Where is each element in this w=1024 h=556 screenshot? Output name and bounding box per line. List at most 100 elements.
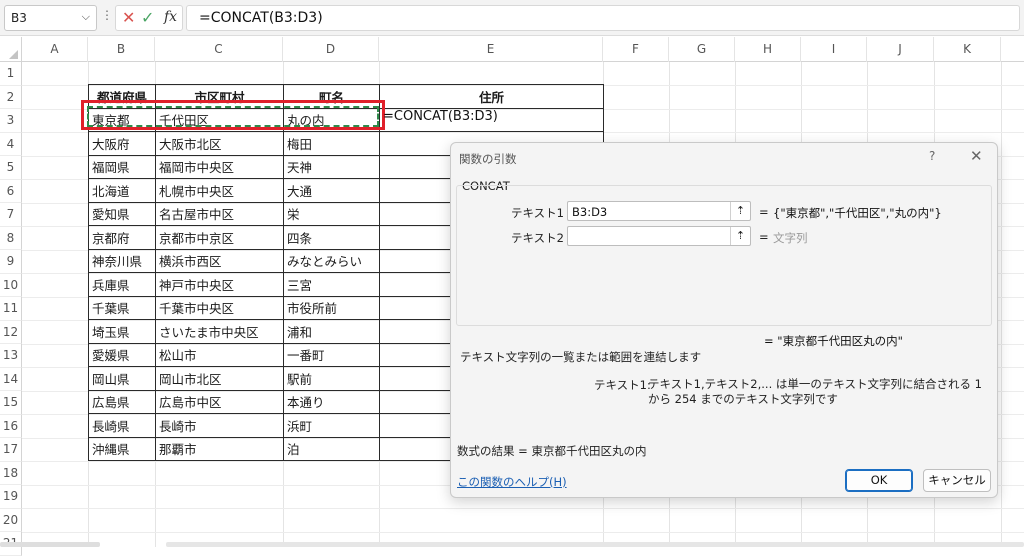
- cell-prefecture[interactable]: 岡山県: [88, 366, 156, 391]
- cell-prefecture[interactable]: 福岡県: [88, 154, 156, 179]
- cell-town[interactable]: 大通: [283, 178, 380, 203]
- more-options-icon[interactable]: ⋮: [101, 8, 113, 22]
- collapse-dialog-icon[interactable]: ⇡: [730, 202, 750, 220]
- row-header[interactable]: 12: [0, 320, 22, 344]
- cell-city[interactable]: 広島市中区: [155, 389, 284, 414]
- column-header-a[interactable]: A: [22, 37, 88, 62]
- row-header[interactable]: 11: [0, 297, 22, 321]
- row-header[interactable]: 20: [0, 508, 22, 532]
- row-header[interactable]: 19: [0, 485, 22, 509]
- arg1-input[interactable]: B3:D3 ⇡: [567, 201, 751, 221]
- cell-prefecture[interactable]: 北海道: [88, 178, 156, 203]
- row-header[interactable]: 13: [0, 344, 22, 368]
- header-address[interactable]: 住所: [379, 84, 604, 109]
- enter-icon[interactable]: ✓: [141, 8, 154, 27]
- row-header[interactable]: 2: [0, 85, 22, 109]
- cell-city[interactable]: 名古屋市中区: [155, 201, 284, 226]
- cell-city[interactable]: 神戸市中央区: [155, 272, 284, 297]
- cell-town[interactable]: 一番町: [283, 342, 380, 367]
- cell-e3-formula[interactable]: =CONCAT(B3:D3): [383, 109, 498, 124]
- cell-prefecture[interactable]: 兵庫県: [88, 272, 156, 297]
- column-header-d[interactable]: D: [283, 37, 379, 62]
- help-icon[interactable]: ?: [929, 149, 935, 163]
- cell-city[interactable]: 福岡市中央区: [155, 154, 284, 179]
- header-prefecture[interactable]: 都道府県: [88, 84, 156, 109]
- column-header-f[interactable]: F: [603, 37, 669, 62]
- row-header[interactable]: 15: [0, 391, 22, 415]
- close-icon[interactable]: ✕: [970, 147, 983, 165]
- cell-town[interactable]: 浜町: [283, 413, 380, 438]
- cell-town[interactable]: 駅前: [283, 366, 380, 391]
- cell-town[interactable]: 丸の内: [283, 107, 380, 132]
- cell-city[interactable]: 大阪市北区: [155, 131, 284, 156]
- cell-town[interactable]: 栄: [283, 201, 380, 226]
- row-header[interactable]: 17: [0, 438, 22, 462]
- cell-town[interactable]: 梅田: [283, 131, 380, 156]
- cell-city[interactable]: さいたま市中央区: [155, 319, 284, 344]
- column-header-b[interactable]: B: [88, 37, 155, 62]
- column-header-c[interactable]: C: [155, 37, 283, 62]
- column-header-g[interactable]: G: [669, 37, 735, 62]
- select-all-corner[interactable]: [0, 37, 22, 62]
- formula-input[interactable]: =CONCAT(B3:D3): [186, 5, 1020, 31]
- column-header-i[interactable]: I: [801, 37, 867, 62]
- cell-city[interactable]: 京都市中京区: [155, 225, 284, 250]
- cell-prefecture[interactable]: 長崎県: [88, 413, 156, 438]
- function-help-link[interactable]: この関数のヘルプ(H): [457, 474, 567, 490]
- row-header[interactable]: 18: [0, 461, 22, 485]
- cell-town[interactable]: 浦和: [283, 319, 380, 344]
- cell-prefecture[interactable]: 愛媛県: [88, 342, 156, 367]
- row-header[interactable]: 14: [0, 367, 22, 391]
- cell-city[interactable]: 横浜市西区: [155, 248, 284, 273]
- cell-city[interactable]: 千代田区: [155, 107, 284, 132]
- row-header[interactable]: 1: [0, 62, 22, 86]
- header-town[interactable]: 町名: [283, 84, 380, 109]
- cell-town[interactable]: 四条: [283, 225, 380, 250]
- cell-city[interactable]: 千葉市中央区: [155, 295, 284, 320]
- cell-city[interactable]: 那覇市: [155, 436, 284, 461]
- name-box[interactable]: B3 ⌵: [4, 5, 97, 31]
- cancel-button[interactable]: キャンセル: [923, 469, 991, 492]
- cell-prefecture[interactable]: 神奈川県: [88, 248, 156, 273]
- cell-city[interactable]: 札幌市中央区: [155, 178, 284, 203]
- row-header[interactable]: 4: [0, 132, 22, 156]
- cell-prefecture[interactable]: 愛知県: [88, 201, 156, 226]
- cancel-icon[interactable]: ✕: [122, 8, 135, 27]
- cell-city[interactable]: 長崎市: [155, 413, 284, 438]
- column-header-h[interactable]: H: [735, 37, 801, 62]
- collapse-dialog-icon[interactable]: ⇡: [730, 227, 750, 245]
- row-header[interactable]: 9: [0, 250, 22, 274]
- cell-town[interactable]: 三宮: [283, 272, 380, 297]
- cell-prefecture[interactable]: 広島県: [88, 389, 156, 414]
- horizontal-scrollbar[interactable]: [166, 542, 1024, 547]
- row-header[interactable]: 10: [0, 273, 22, 297]
- cell-prefecture[interactable]: 埼玉県: [88, 319, 156, 344]
- cell-city[interactable]: 松山市: [155, 342, 284, 367]
- arg2-input[interactable]: ⇡: [567, 226, 751, 246]
- column-header-e[interactable]: E: [379, 37, 603, 62]
- header-city[interactable]: 市区町村: [155, 84, 284, 109]
- row-header[interactable]: 5: [0, 156, 22, 180]
- cell-town[interactable]: 本通り: [283, 389, 380, 414]
- cell-prefecture[interactable]: 沖縄県: [88, 436, 156, 461]
- cell-prefecture[interactable]: 大阪府: [88, 131, 156, 156]
- sheet-tab-scrollbar[interactable]: [0, 542, 100, 547]
- chevron-down-icon[interactable]: ⌵: [82, 10, 90, 24]
- cell-town[interactable]: 市役所前: [283, 295, 380, 320]
- cell-town[interactable]: みなとみらい: [283, 248, 380, 273]
- column-header-k[interactable]: K: [934, 37, 1001, 62]
- column-header-j[interactable]: J: [867, 37, 934, 62]
- row-header[interactable]: 7: [0, 203, 22, 227]
- insert-function-icon[interactable]: fx: [164, 9, 177, 25]
- row-header[interactable]: 8: [0, 226, 22, 250]
- row-header[interactable]: 3: [0, 109, 22, 133]
- cell-prefecture[interactable]: 千葉県: [88, 295, 156, 320]
- cell-prefecture[interactable]: 東京都: [88, 107, 156, 132]
- cell-city[interactable]: 岡山市北区: [155, 366, 284, 391]
- row-header[interactable]: 16: [0, 414, 22, 438]
- cell-town[interactable]: 天神: [283, 154, 380, 179]
- row-header[interactable]: 6: [0, 179, 22, 203]
- cell-prefecture[interactable]: 京都府: [88, 225, 156, 250]
- cell-town[interactable]: 泊: [283, 436, 380, 461]
- ok-button[interactable]: OK: [845, 469, 913, 492]
